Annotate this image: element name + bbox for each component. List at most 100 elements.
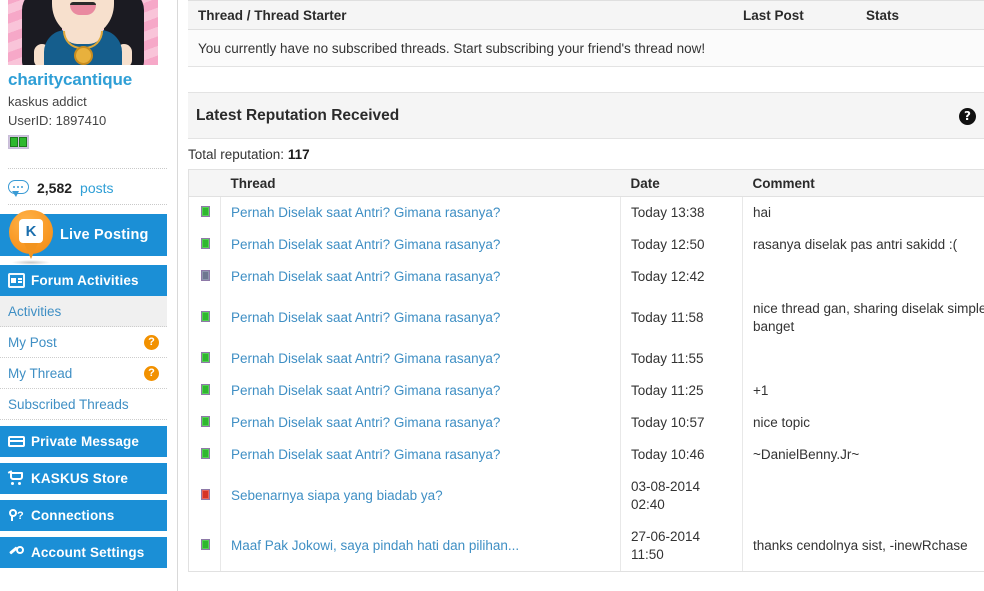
status-square-green-icon [201, 448, 210, 459]
thread-link[interactable]: Pernah Diselak saat Antri? Gimana rasany… [231, 269, 500, 284]
status-square-green-icon [201, 416, 210, 427]
page-title: Latest Reputation Received [196, 106, 400, 124]
total-reputation-label: Total reputation: [188, 147, 285, 162]
thread-cell: Maaf Pak Jokowi, saya pindah hati dan pi… [220, 521, 621, 572]
column-header-status [188, 169, 221, 197]
sidebar-subitem-label: Subscribed Threads [8, 396, 129, 412]
thread-cell: Pernah Diselak saat Antri? Gimana rasany… [220, 229, 621, 261]
reputation-table: Thread Date Comment Pernah Diselak saat … [188, 169, 984, 572]
sidebar-item-label: Private Message [31, 434, 140, 449]
column-header-comment: Comment [742, 169, 984, 197]
sidebar-item-activities[interactable]: Activities [0, 296, 167, 327]
avatar-necklace-pendant [74, 46, 93, 65]
thread-cell: Pernah Diselak saat Antri? Gimana rasany… [220, 261, 621, 293]
date-cell: Today 13:38 [620, 196, 743, 229]
total-reputation-value: 117 [287, 147, 310, 162]
help-icon[interactable]: ? [959, 108, 976, 125]
reputation-bars [8, 135, 29, 149]
status-square-green-icon [201, 539, 210, 550]
table-row: Pernah Diselak saat Antri? Gimana rasany… [188, 439, 984, 471]
status-square-green-icon [201, 352, 210, 363]
comment-cell [743, 343, 984, 375]
sidebar-item-kaskus-store[interactable]: KASKUS Store [0, 463, 167, 494]
divider [8, 168, 167, 169]
envelope-icon [8, 434, 25, 449]
profile-block: charitycantique kaskus addict UserID: 18… [8, 70, 167, 150]
status-square-green-icon [201, 238, 210, 249]
status-square-gray-icon [201, 270, 210, 281]
table-header-row: Thread Date Comment [188, 169, 984, 197]
help-badge-icon[interactable]: ? [144, 365, 159, 381]
column-header-date: Date [620, 169, 743, 197]
sidebar-item-my-post[interactable]: My Post ? [0, 327, 167, 358]
thread-link[interactable]: Maaf Pak Jokowi, saya pindah hati dan pi… [231, 538, 519, 553]
date-cell: 03-08-2014 02:40 [620, 471, 743, 521]
column-header-thread: Thread [220, 169, 621, 197]
thread-link[interactable]: Pernah Diselak saat Antri? Gimana rasany… [231, 447, 500, 462]
sidebar-item-private-message[interactable]: Private Message [0, 426, 167, 457]
table-row: Pernah Diselak saat Antri? Gimana rasany… [188, 407, 984, 439]
live-posting-label: Live Posting [60, 227, 149, 243]
comment-cell [743, 261, 984, 293]
avatar[interactable] [8, 0, 158, 65]
comment-cell: rasanya diselak pas antri sakidd :( [753, 237, 958, 252]
table-row: Pernah Diselak saat Antri? Gimana rasany… [188, 261, 984, 293]
posts-counter[interactable]: 2,582 posts [8, 175, 167, 201]
live-posting-button[interactable]: K Live Posting [0, 210, 167, 265]
date-cell: Today 11:58 [620, 293, 743, 343]
thread-cell: Pernah Diselak saat Antri? Gimana rasany… [220, 407, 621, 439]
date-cell: Today 12:42 [620, 261, 743, 293]
user-title: kaskus addict [8, 94, 87, 109]
posts-label: posts [80, 180, 114, 196]
latest-reputation-header: Latest Reputation Received ? [188, 92, 984, 139]
total-reputation: Total reputation: 117 [188, 147, 310, 162]
status-square-red-icon [201, 489, 210, 500]
status-indicator-cell [188, 439, 221, 471]
thread-link[interactable]: Pernah Diselak saat Antri? Gimana rasany… [231, 310, 500, 325]
status-indicator-cell [188, 196, 221, 229]
sidebar-subitem-label: My Post [8, 334, 57, 350]
table-row: Pernah Diselak saat Antri? Gimana rasany… [188, 229, 984, 261]
thread-link[interactable]: Sebenarnya siapa yang biadab ya? [231, 488, 443, 503]
comment-cell [743, 471, 984, 521]
sidebar-subitem-label: Activities [8, 303, 62, 319]
status-indicator-cell [188, 229, 221, 261]
table-row: Pernah Diselak saat Antri? Gimana rasany… [188, 343, 984, 375]
comment-cell: nice thread gan, sharing diselak simple … [753, 301, 984, 334]
status-indicator-cell [188, 261, 221, 293]
thread-cell: Pernah Diselak saat Antri? Gimana rasany… [220, 343, 621, 375]
sidebar-item-subscribed-threads[interactable]: Subscribed Threads [0, 389, 167, 420]
help-badge-icon[interactable]: ? [144, 334, 159, 350]
comment-bubble-icon [8, 179, 29, 197]
table-row: Maaf Pak Jokowi, saya pindah hati dan pi… [188, 521, 984, 572]
status-indicator-cell [188, 471, 221, 521]
user-id: UserID: 1897410 [8, 113, 107, 128]
username-link[interactable]: charitycantique [8, 70, 167, 90]
subscribed-threads-empty-message: You currently have no subscribed threads… [188, 30, 984, 67]
sidebar: charitycantique kaskus addict UserID: 18… [0, 0, 167, 591]
reputation-table-body: Pernah Diselak saat Antri? Gimana rasany… [188, 196, 984, 572]
sidebar-item-connections[interactable]: ? Connections [0, 500, 167, 531]
sidebar-item-label: Forum Activities [31, 273, 139, 288]
status-square-green-icon [201, 206, 210, 217]
posts-count: 2,582 [37, 180, 73, 196]
thread-link[interactable]: Pernah Diselak saat Antri? Gimana rasany… [231, 205, 500, 220]
gear-icon [8, 545, 25, 560]
subscribed-threads-panel: Thread / Thread Starter Last Post Stats … [188, 0, 984, 67]
thread-cell: Sebenarnya siapa yang biadab ya? [220, 471, 621, 521]
sidebar-item-label: Connections [31, 508, 115, 523]
sidebar-item-forum-activities[interactable]: Forum Activities [0, 265, 167, 296]
sidebar-item-account-settings[interactable]: Account Settings [0, 537, 167, 568]
thread-link[interactable]: Pernah Diselak saat Antri? Gimana rasany… [231, 351, 500, 366]
thread-link[interactable]: Pernah Diselak saat Antri? Gimana rasany… [231, 237, 500, 252]
kaskus-logo-icon: K [9, 210, 53, 260]
date-cell: Today 10:57 [620, 407, 743, 439]
main-content: Thread / Thread Starter Last Post Stats … [188, 0, 984, 591]
table-row: Pernah Diselak saat Antri? Gimana rasany… [188, 196, 984, 229]
sidebar-item-my-thread[interactable]: My Thread ? [0, 358, 167, 389]
reputation-bar [19, 137, 27, 147]
thread-link[interactable]: Pernah Diselak saat Antri? Gimana rasany… [231, 383, 500, 398]
avatar-image [8, 0, 158, 65]
thread-link[interactable]: Pernah Diselak saat Antri? Gimana rasany… [231, 415, 500, 430]
status-indicator-cell [188, 375, 221, 407]
